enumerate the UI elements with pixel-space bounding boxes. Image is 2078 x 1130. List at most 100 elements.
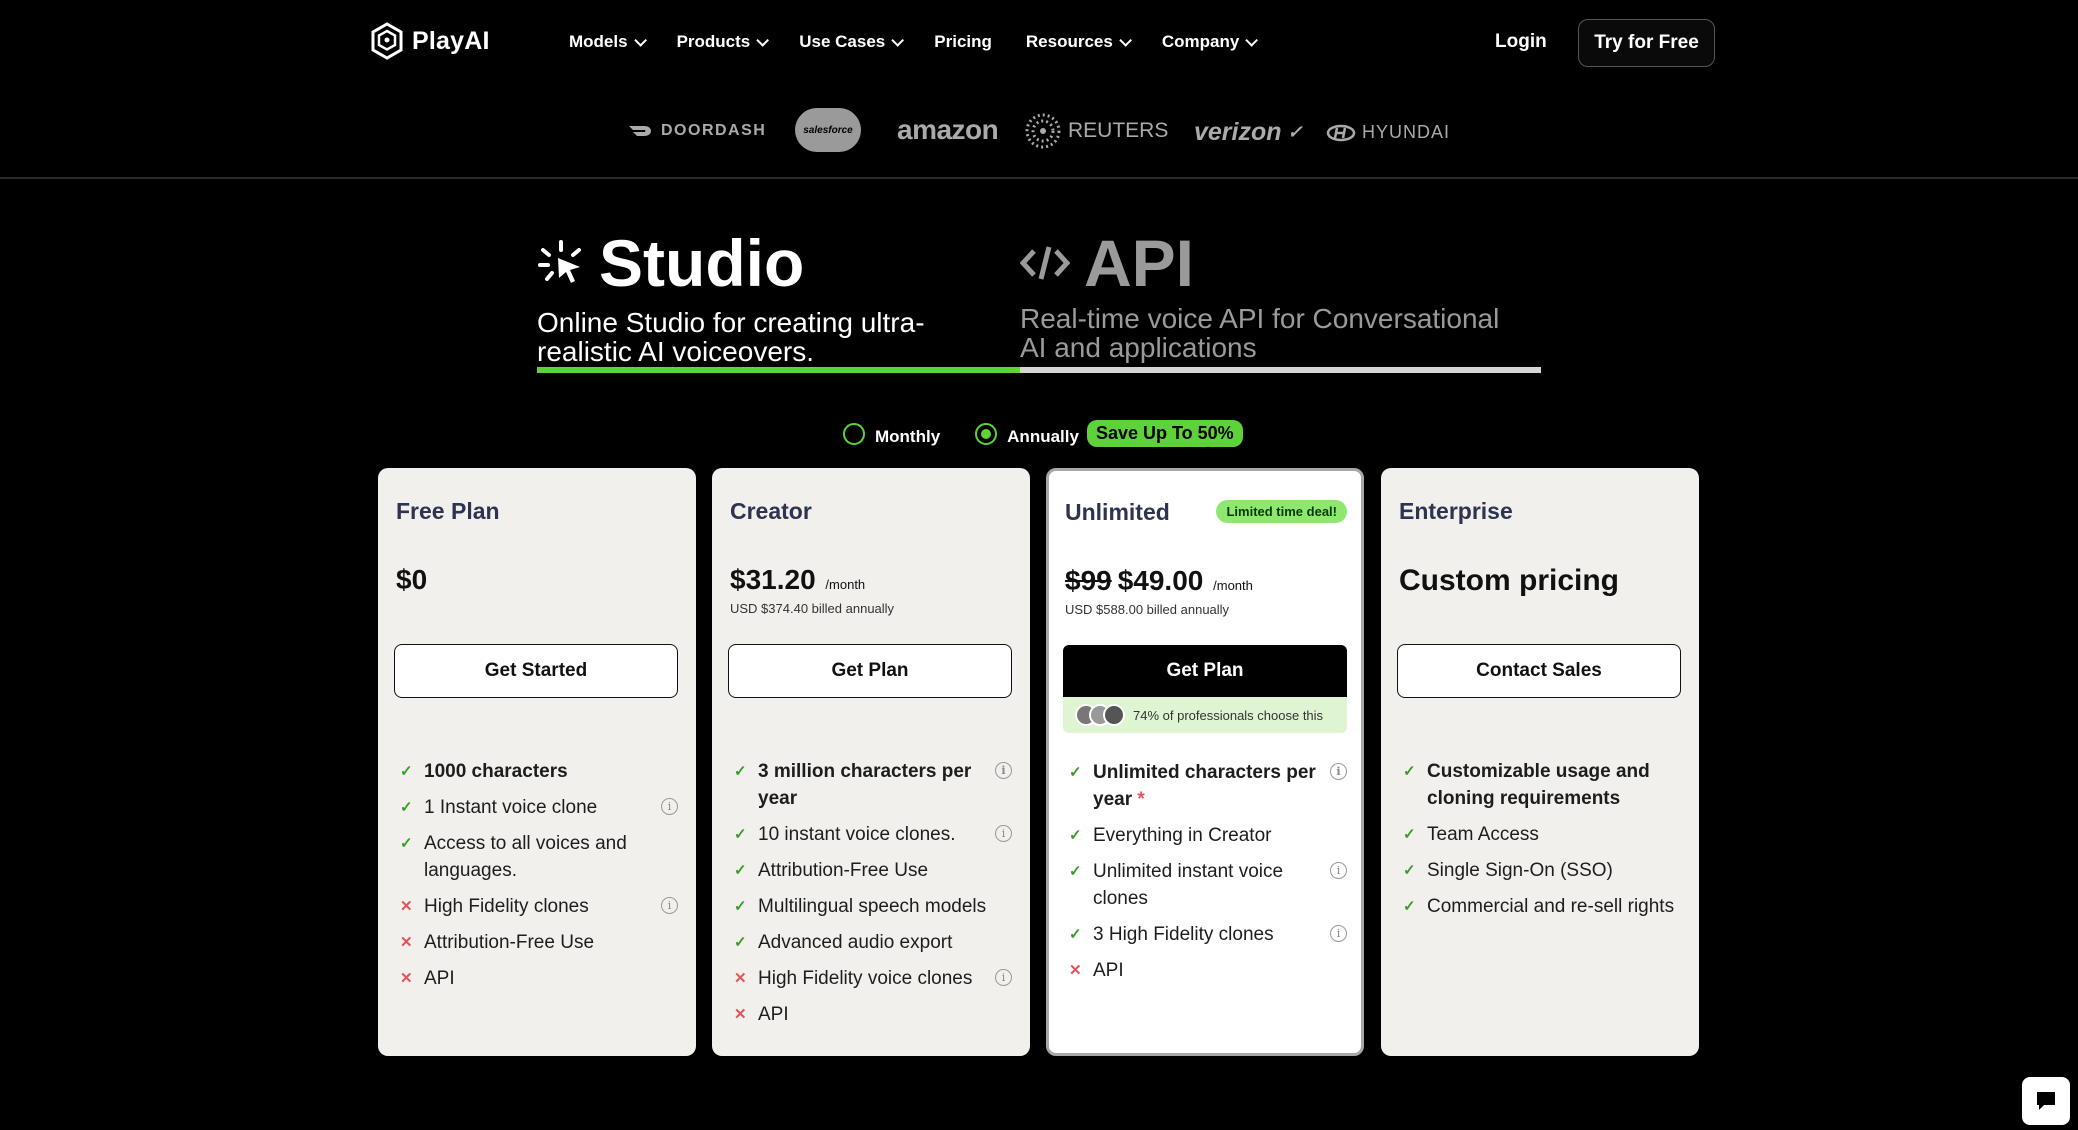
nav-products[interactable]: Products [676, 32, 770, 52]
nav-models[interactable]: Models [569, 32, 647, 52]
plan-name: Free Plan [396, 498, 500, 524]
check-icon: ✓ [400, 835, 413, 852]
price-period: /month [1213, 578, 1253, 593]
annually-radio[interactable] [975, 422, 998, 445]
login-link[interactable]: Login [1495, 31, 1547, 53]
info-icon[interactable]: i [661, 798, 678, 815]
check-icon: ✓ [400, 763, 413, 780]
check-icon: ✓ [1403, 862, 1416, 879]
chevron-down-icon [1119, 33, 1132, 47]
annually-label[interactable]: Annually [1007, 427, 1079, 447]
feature-text: API [424, 968, 455, 989]
plan-card-creator: Creator $31.20 /month USD $374.40 billed… [712, 468, 1030, 1056]
feature-list: ✓ 1000 characters ✓ 1 Instant voice clone i… [400, 758, 678, 1001]
feature-item: ✓ Team Access [1403, 821, 1681, 848]
brand-logo[interactable]: PlayAI [370, 22, 490, 60]
billed-note: USD $588.00 billed annually [1065, 602, 1230, 617]
feature-item: ✓ 3 million characters per year i [734, 758, 1012, 812]
feature-text: 3 million characters per year [758, 761, 972, 809]
feature-item: ✓ 1 Instant voice clone i [400, 794, 678, 821]
doordash-logo: DOORDASH [627, 122, 766, 140]
get-plan-button[interactable]: Get Plan [728, 644, 1012, 698]
feature-item: ✕ API [734, 1001, 1012, 1028]
plan-name: Creator [730, 498, 812, 524]
feature-item: ✓ 10 instant voice clones. i [734, 821, 1012, 848]
verizon-logo: verizon ✓ [1194, 118, 1303, 147]
tab-indicator [537, 367, 1541, 373]
feature-text: Advanced audio export [758, 932, 953, 953]
cross-icon: ✕ [400, 934, 413, 951]
code-brackets-icon [1020, 246, 1070, 280]
nav-pricing-label: Pricing [934, 32, 992, 51]
check-icon: ✓ [1403, 898, 1416, 915]
feature-item: ✓ Access to all voices and languages. [400, 830, 678, 884]
salesforce-logo: salesforce [795, 108, 861, 152]
nav-products-label: Products [676, 32, 751, 51]
limited-deal-badge: Limited time deal! [1216, 500, 1347, 523]
cross-icon: ✕ [734, 970, 747, 987]
brand-name: PlayAI [412, 26, 490, 55]
feature-item: ✓ 1000 characters [400, 758, 678, 785]
info-icon[interactable]: i [661, 897, 678, 914]
nav-use-cases[interactable]: Use Cases [799, 32, 905, 52]
studio-title-row: Studio [537, 230, 957, 296]
info-icon[interactable]: i [1330, 862, 1347, 879]
check-icon: ✓ [400, 799, 413, 816]
feature-text: Everything in Creator [1093, 825, 1272, 846]
price-value: $49.00 [1117, 565, 1204, 596]
salesforce-cloud: salesforce [795, 108, 861, 152]
feature-item: ✓ Customizable usage and cloning requirem… [1403, 758, 1681, 812]
nav-company[interactable]: Company [1162, 32, 1259, 52]
info-icon[interactable]: i [995, 969, 1012, 986]
amazon-text: amazon [897, 114, 999, 145]
feature-text: Commercial and re-sell rights [1427, 896, 1675, 917]
studio-title: Studio [599, 226, 805, 300]
cross-icon: ✕ [734, 1006, 747, 1023]
verizon-text: verizon [1194, 118, 1282, 146]
info-icon[interactable]: i [1330, 925, 1347, 942]
feature-item: ✕ API [400, 965, 678, 992]
tab-api[interactable]: API Real-time voice API for Conversation… [1020, 230, 1510, 362]
info-icon[interactable]: i [995, 762, 1012, 779]
contact-sales-button[interactable]: Contact Sales [1397, 644, 1681, 698]
info-icon[interactable]: i [1330, 763, 1347, 780]
tab-studio[interactable]: Studio Online Studio for creating ultra-… [537, 230, 957, 366]
price-value: $31.20 [730, 564, 816, 595]
amazon-logo: amazon [897, 114, 999, 146]
feature-list: ✓ 3 million characters per year i ✓ 10 inst… [734, 758, 1012, 1037]
nav-use-cases-label: Use Cases [799, 32, 886, 51]
check-icon: ✓ [1403, 826, 1416, 843]
plan-price: $31.20 /month [730, 564, 865, 596]
monthly-label[interactable]: Monthly [875, 427, 940, 447]
nav-pricing[interactable]: Pricing [934, 32, 992, 52]
feature-text: Unlimited instant voice clones [1093, 861, 1284, 909]
reuters-dots-icon [1025, 113, 1061, 149]
doordash-icon [629, 126, 651, 136]
feature-text: Team Access [1427, 824, 1539, 845]
feature-item: ✓ Unlimited instant voice clones i [1069, 858, 1347, 912]
info-icon[interactable]: i [995, 825, 1012, 842]
feature-text: Attribution-Free Use [424, 932, 595, 953]
check-icon: ✓ [734, 763, 747, 780]
check-icon: ✓ [734, 862, 747, 879]
studio-description: Online Studio for creating ultra-realist… [537, 307, 925, 367]
check-icon: ✓ [1069, 764, 1082, 781]
nav-models-label: Models [569, 32, 628, 51]
plan-name: Enterprise [1399, 498, 1513, 524]
feature-item: ✓ Unlimited characters per year * i [1069, 759, 1347, 813]
get-started-button[interactable]: Get Started [394, 644, 678, 698]
check-icon: ✓ [1069, 863, 1082, 880]
nav-resources[interactable]: Resources [1026, 32, 1132, 52]
feature-item: ✓ Advanced audio export [734, 929, 1012, 956]
check-icon: ✓ [734, 898, 747, 915]
feature-item: ✓ Multilingual speech models [734, 893, 1012, 920]
get-plan-button[interactable]: Get Plan [1063, 645, 1347, 697]
feature-text: Unlimited characters per year [1093, 762, 1316, 810]
check-icon: ✓ [1069, 827, 1082, 844]
try-for-free-button[interactable]: Try for Free [1578, 19, 1715, 67]
client-logos: DOORDASH salesforce amazon REUTERS veriz… [0, 100, 2078, 162]
feature-text: 1000 characters [424, 761, 568, 782]
chat-widget-button[interactable] [2022, 1077, 2070, 1125]
monthly-radio[interactable] [843, 422, 865, 445]
api-title: API [1084, 226, 1195, 300]
